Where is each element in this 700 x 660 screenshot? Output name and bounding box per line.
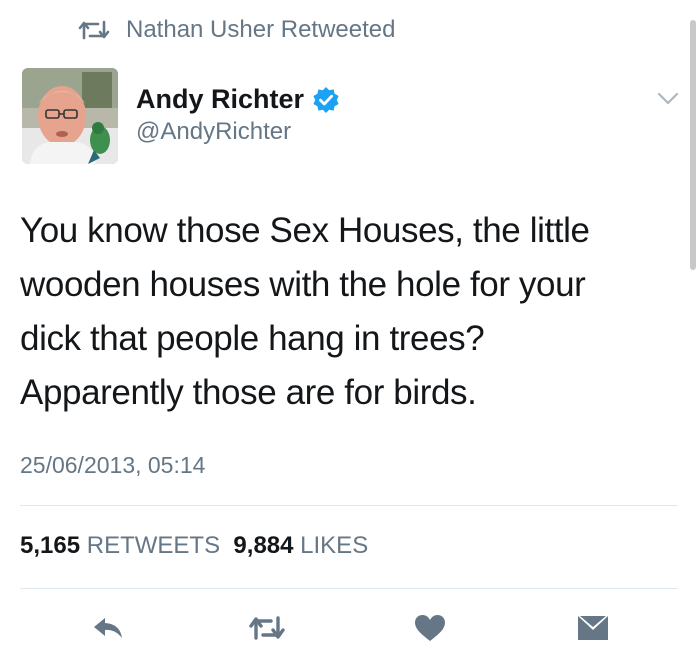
message-button[interactable] xyxy=(573,608,613,648)
handle[interactable]: @AndyRichter xyxy=(136,118,291,146)
retweet-icon xyxy=(78,20,110,40)
like-button[interactable] xyxy=(410,608,450,648)
divider xyxy=(20,505,678,506)
retweet-icon xyxy=(249,616,285,640)
message-icon xyxy=(578,616,608,640)
display-name[interactable]: Andy Richter xyxy=(136,84,304,115)
display-name-row[interactable]: Andy Richter xyxy=(136,84,340,115)
tweet-stats: 5,165 RETWEETS 9,884 LIKES xyxy=(20,532,368,560)
reply-icon xyxy=(94,618,122,638)
divider xyxy=(20,588,678,589)
tweet-text-line: wooden houses with the hole for your xyxy=(20,265,586,304)
likes-label[interactable]: LIKES xyxy=(300,532,368,560)
timestamp[interactable]: 25/06/2013, 05:14 xyxy=(20,452,205,479)
retweet-header-text[interactable]: Nathan Usher Retweeted xyxy=(126,16,395,44)
verified-badge-icon xyxy=(313,86,339,113)
scrollbar[interactable] xyxy=(690,20,696,270)
retweets-label[interactable]: RETWEETS xyxy=(87,532,220,560)
retweet-header: Nathan Usher Retweeted xyxy=(78,14,395,46)
tweet-text-line: You know those Sex Houses, the little xyxy=(20,211,590,250)
likes-count[interactable]: 9,884 xyxy=(233,532,293,560)
chevron-down-icon[interactable] xyxy=(655,88,681,108)
tweet-text-line: Apparently those are for birds. xyxy=(20,373,477,412)
tweet-text-line: dick that people hang in trees? xyxy=(20,319,485,358)
like-icon xyxy=(415,615,445,641)
reply-button[interactable] xyxy=(88,608,128,648)
tweet-text: You know those Sex Houses, the little wo… xyxy=(20,204,680,420)
retweets-count[interactable]: 5,165 xyxy=(20,532,80,560)
retweet-button[interactable] xyxy=(247,608,287,648)
avatar[interactable] xyxy=(22,68,118,164)
